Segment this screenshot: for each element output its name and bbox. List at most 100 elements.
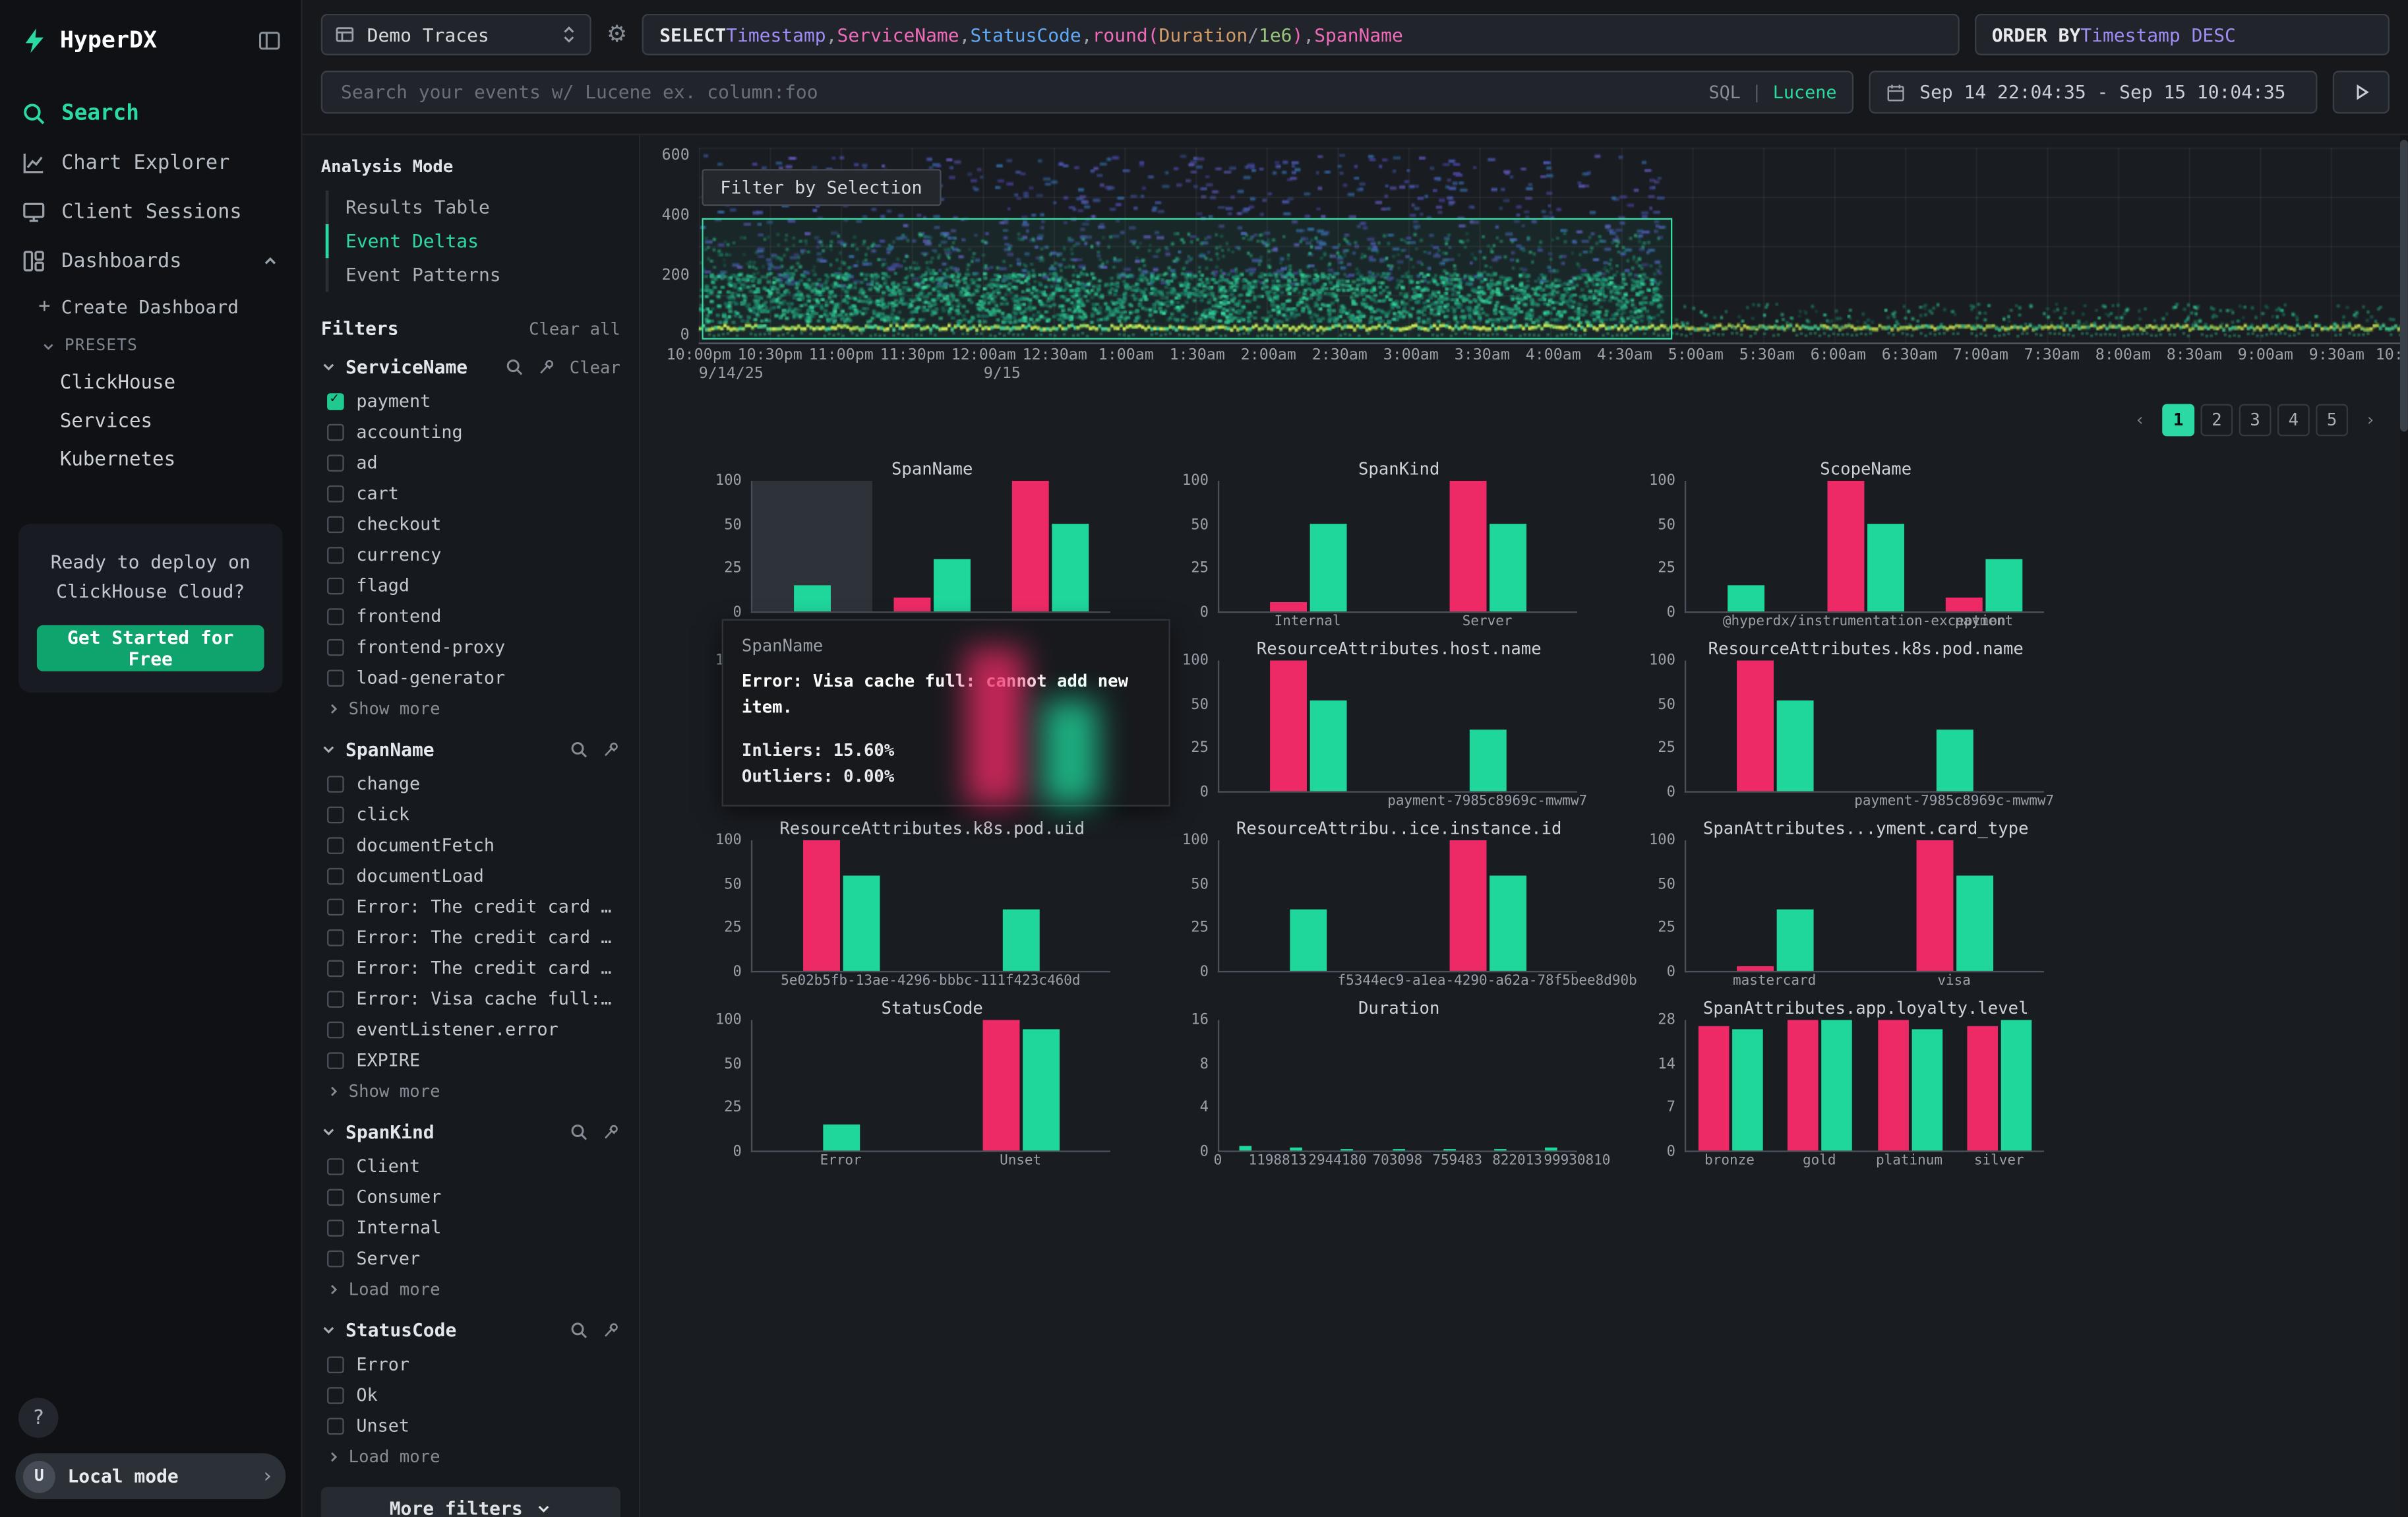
filter-checkbox-row[interactable]: frontend	[321, 601, 620, 632]
analysis-mode-option[interactable]: Event Patterns	[328, 258, 620, 292]
search-icon[interactable]	[570, 741, 588, 759]
checkbox[interactable]	[327, 775, 344, 792]
run-query-button[interactable]	[2333, 71, 2390, 113]
analysis-mode-option[interactable]: Event Deltas	[328, 224, 620, 258]
show-more-button[interactable]: Load more	[321, 1441, 620, 1468]
filter-checkbox-row[interactable]: Error: The credit card (…	[321, 921, 620, 952]
filter-checkbox-row[interactable]: cart	[321, 478, 620, 509]
chart-plot[interactable]	[1218, 660, 1577, 792]
checkbox[interactable]	[327, 898, 344, 915]
pin-icon[interactable]	[602, 1123, 620, 1141]
presets-toggle[interactable]: PRESETS	[0, 327, 301, 363]
checkbox[interactable]	[327, 1355, 344, 1373]
sidebar-item-services[interactable]: Services	[0, 401, 301, 439]
filter-checkbox-row[interactable]: Client	[321, 1150, 620, 1181]
filter-checkbox-row[interactable]: eventListener.error	[321, 1014, 620, 1045]
filter-checkbox-row[interactable]: Consumer	[321, 1181, 620, 1212]
search-icon[interactable]	[570, 1321, 588, 1340]
scrollbar[interactable]	[2400, 135, 2408, 1517]
chart-plot[interactable]	[751, 840, 1110, 972]
filter-group-header[interactable]: SpanKind	[321, 1121, 620, 1143]
show-more-button[interactable]: Load more	[321, 1274, 620, 1300]
checkbox[interactable]	[327, 806, 344, 823]
chart-plot[interactable]	[1685, 481, 2044, 613]
clear-filter-button[interactable]: Clear	[570, 357, 620, 377]
local-mode-pill[interactable]: U Local mode ›	[15, 1453, 286, 1499]
pin-icon[interactable]	[602, 741, 620, 759]
get-started-button[interactable]: Get Started for Free	[37, 625, 264, 671]
pagination-page[interactable]: 4	[2277, 404, 2310, 437]
search-icon[interactable]	[505, 358, 524, 377]
gear-icon[interactable]: ⚙	[607, 23, 627, 46]
checkbox[interactable]	[327, 959, 344, 976]
filter-checkbox-row[interactable]: Error	[321, 1349, 620, 1380]
show-more-button[interactable]: Show more	[321, 693, 620, 719]
filter-checkbox-row[interactable]: flagd	[321, 570, 620, 601]
checkbox[interactable]	[327, 1021, 344, 1038]
checkbox[interactable]	[327, 577, 344, 594]
sql-toggle[interactable]: SQL	[1709, 81, 1741, 103]
checkbox[interactable]	[327, 929, 344, 946]
sidebar-item-dashboards[interactable]: Dashboards	[0, 237, 301, 286]
chart-plot[interactable]	[751, 1020, 1110, 1152]
checkbox[interactable]	[327, 1158, 344, 1175]
filter-checkbox-row[interactable]: Server	[321, 1243, 620, 1274]
clear-all-button[interactable]: Clear all	[529, 319, 620, 338]
selection-rectangle[interactable]	[702, 218, 1672, 340]
checkbox[interactable]	[327, 454, 344, 471]
search-icon[interactable]	[570, 1123, 588, 1141]
filter-checkbox-row[interactable]: ad	[321, 447, 620, 478]
analysis-mode-option[interactable]: Results Table	[328, 191, 620, 224]
filter-group-header[interactable]: ServiceNameClear	[321, 356, 620, 378]
filter-checkbox-row[interactable]: documentFetch	[321, 830, 620, 861]
collapse-sidebar-icon[interactable]	[258, 28, 281, 51]
filter-checkbox-row[interactable]: load-generator	[321, 662, 620, 693]
checkbox[interactable]	[327, 638, 344, 656]
filter-by-selection-button[interactable]: Filter by Selection	[702, 169, 940, 206]
chart-plot[interactable]	[1218, 1020, 1577, 1152]
date-range-picker[interactable]: Sep 14 22:04:35 - Sep 15 10:04:35	[1869, 71, 2317, 113]
show-more-button[interactable]: Show more	[321, 1075, 620, 1101]
sidebar-item-search[interactable]: Search	[0, 89, 301, 139]
checkbox[interactable]	[327, 1417, 344, 1435]
filter-checkbox-row[interactable]: accounting	[321, 416, 620, 447]
sidebar-item-clickhouse[interactable]: ClickHouse	[0, 363, 301, 401]
filter-checkbox-row[interactable]: Error: The credit card (…	[321, 952, 620, 983]
pin-icon[interactable]	[602, 1321, 620, 1340]
create-dashboard-button[interactable]: + Create Dashboard	[0, 286, 301, 327]
chart-plot[interactable]	[1685, 1020, 2044, 1152]
filter-checkbox-row[interactable]: Ok	[321, 1379, 620, 1410]
chart-plot[interactable]	[1685, 840, 2044, 972]
source-select[interactable]: Demo Traces	[321, 14, 591, 55]
more-filters-button[interactable]: More filters	[321, 1487, 620, 1517]
pagination-page[interactable]: 2	[2200, 404, 2233, 437]
filter-checkbox-row[interactable]: Error: The credit card (…	[321, 891, 620, 922]
filter-checkbox-row[interactable]: Unset	[321, 1410, 620, 1441]
checkbox[interactable]	[327, 1219, 344, 1236]
filter-checkbox-row[interactable]: Error: Visa cache full: …	[321, 983, 620, 1014]
chart-plot[interactable]	[1685, 660, 2044, 792]
checkbox[interactable]	[327, 423, 344, 441]
sidebar-item-client-sessions[interactable]: Client Sessions	[0, 187, 301, 237]
query-editor[interactable]: SELECT Timestamp, ServiceName, StatusCod…	[643, 14, 1960, 55]
checkbox[interactable]	[327, 546, 344, 563]
sidebar-item-chart-explorer[interactable]: Chart Explorer	[0, 139, 301, 188]
pagination-page[interactable]: 3	[2239, 404, 2272, 437]
checkbox[interactable]	[327, 607, 344, 625]
help-button[interactable]: ?	[18, 1398, 59, 1438]
lucene-toggle[interactable]: Lucene	[1773, 81, 1837, 103]
pin-icon[interactable]	[537, 358, 556, 377]
pagination-next[interactable]: ›	[2354, 404, 2386, 437]
checkbox[interactable]	[327, 485, 344, 502]
filter-checkbox-row[interactable]: change	[321, 768, 620, 799]
checkbox[interactable]	[327, 836, 344, 853]
pagination-page[interactable]: 5	[2316, 404, 2348, 437]
chart-plot[interactable]	[1218, 481, 1577, 613]
checkbox[interactable]	[327, 1051, 344, 1068]
filter-checkbox-row[interactable]: payment	[321, 386, 620, 417]
scrollbar-thumb[interactable]	[2400, 140, 2408, 432]
sidebar-item-kubernetes[interactable]: Kubernetes	[0, 439, 301, 478]
filter-checkbox-row[interactable]: currency	[321, 539, 620, 570]
order-by-box[interactable]: ORDER BY Timestamp DESC	[1975, 14, 2390, 55]
checkbox[interactable]	[327, 392, 344, 410]
